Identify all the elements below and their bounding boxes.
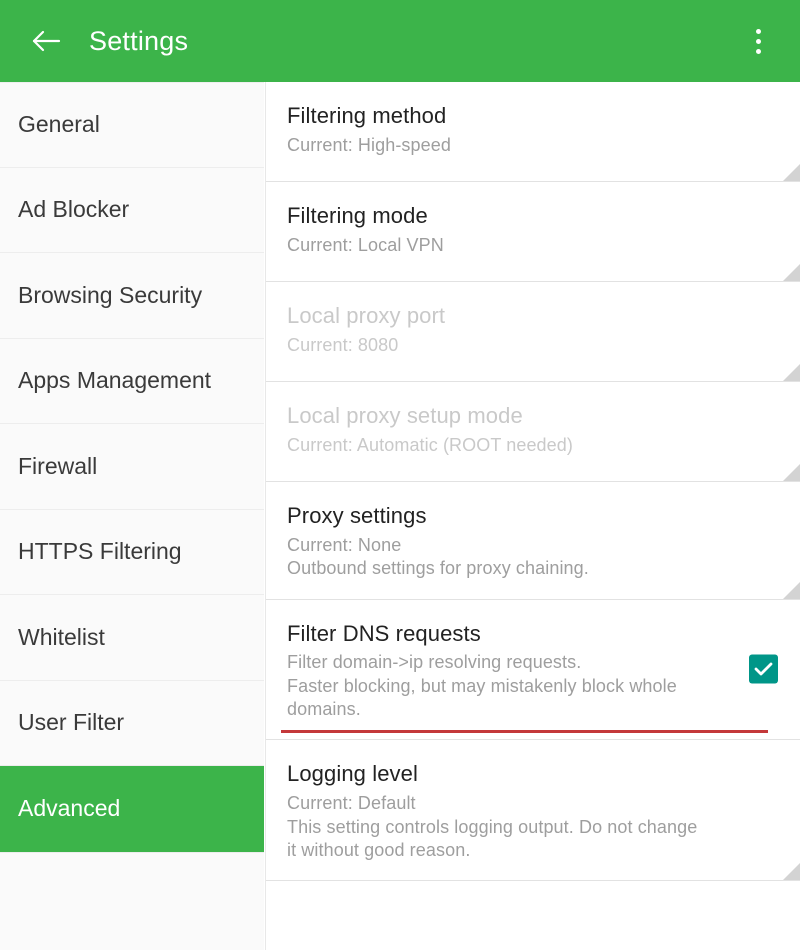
preference-summary-line: Current: Local VPN [287,234,444,255]
sidebar-item-apps-management[interactable]: Apps Management [0,338,264,424]
preference-title: Local proxy setup mode [287,403,523,428]
settings-sidebar: General Ad Blocker Browsing Security App… [0,82,265,950]
sidebar-item-label: Whitelist [18,623,105,650]
corner-fold-icon [783,164,800,181]
highlight-underline [281,730,768,734]
preference-title: Local proxy port [287,303,446,328]
corner-fold-icon [783,364,800,381]
sidebar-item-label: General [18,111,100,138]
overflow-menu-button[interactable] [738,17,778,65]
preference-summary-line: Faster blocking, but may mistakenly bloc… [287,675,677,696]
sidebar-item-label: Firewall [18,452,98,479]
sidebar-item-advanced[interactable]: Advanced [0,766,264,852]
more-vertical-icon-dot-1 [755,28,761,34]
sidebar-item-ad-blocker[interactable]: Ad Blocker [0,167,264,253]
corner-fold-icon [783,264,800,281]
corner-fold-icon [783,863,800,881]
settings-screen: Settings General Ad Blocker Browsing Sec… [0,0,800,950]
corner-fold-icon [783,581,800,599]
preference-summary-line: domains. [287,699,361,719]
preference-row-proxy-settings[interactable]: Proxy settings Current: None Outbound se… [266,482,800,600]
sidebar-item-user-filter[interactable]: User Filter [0,680,264,766]
corner-fold-icon [783,464,800,481]
sidebar-empty-area [0,851,264,950]
sidebar-item-https-filtering[interactable]: HTTPS Filtering [0,509,264,595]
settings-body: General Ad Blocker Browsing Security App… [0,82,800,950]
preference-list: Filtering method Current: High-speed Fil… [265,82,800,950]
sidebar-item-browsing-security[interactable]: Browsing Security [0,253,264,339]
preference-title: Filter DNS requests [287,620,481,646]
preference-summary-line: Filter domain->ip resolving requests. [287,652,582,673]
preference-row-next-clipped[interactable] [266,881,800,922]
sidebar-item-general[interactable]: General [0,82,264,168]
preference-row-filter-dns-requests[interactable]: Filter DNS requests Filter domain->ip re… [266,599,800,741]
preference-row-filtering-method[interactable]: Filtering method Current: High-speed [266,82,800,182]
sidebar-item-label: Advanced [18,794,121,821]
more-vertical-icon-dot-3 [755,48,761,54]
preference-title: Filtering mode [287,203,428,228]
check-icon [754,662,773,677]
preference-title: Filtering method [287,103,447,128]
sidebar-item-label: Ad Blocker [18,196,130,223]
preference-title: Logging level [287,761,418,787]
filter-dns-requests-checkbox[interactable] [749,654,778,684]
page-title: Settings [89,25,189,56]
preference-row-logging-level[interactable]: Logging level Current: Default This sett… [266,740,800,882]
sidebar-item-label: HTTPS Filtering [18,538,182,565]
sidebar-item-label: Browsing Security [18,281,203,308]
back-button[interactable] [26,21,66,61]
preference-summary-line: Current: Default [287,793,416,814]
preference-row-filtering-mode[interactable]: Filtering mode Current: Local VPN [266,182,800,282]
sidebar-item-label: Apps Management [18,367,212,394]
sidebar-item-firewall[interactable]: Firewall [0,424,264,510]
preference-summary-line: Current: 8080 [287,334,399,355]
preference-summary-line: it without good reason. [287,839,471,860]
preference-summary-line: This setting controls logging output. Do… [287,816,698,837]
preference-row-local-proxy-setup-mode: Local proxy setup mode Current: Automati… [266,382,800,482]
more-vertical-icon-dot-2 [755,38,761,44]
sidebar-item-whitelist[interactable]: Whitelist [0,595,264,681]
preference-summary-line: Current: High-speed [287,134,451,155]
preference-title: Proxy settings [287,503,427,528]
app-bar: Settings [0,0,800,82]
arrow-left-icon [31,29,61,53]
preference-summary-line: Current: None [287,534,402,555]
sidebar-item-label: User Filter [18,709,125,736]
preference-summary-line: Outbound settings for proxy chaining. [287,558,589,579]
preference-summary-line: Current: Automatic (ROOT needed) [287,434,573,455]
preference-row-local-proxy-port: Local proxy port Current: 8080 [266,282,800,382]
